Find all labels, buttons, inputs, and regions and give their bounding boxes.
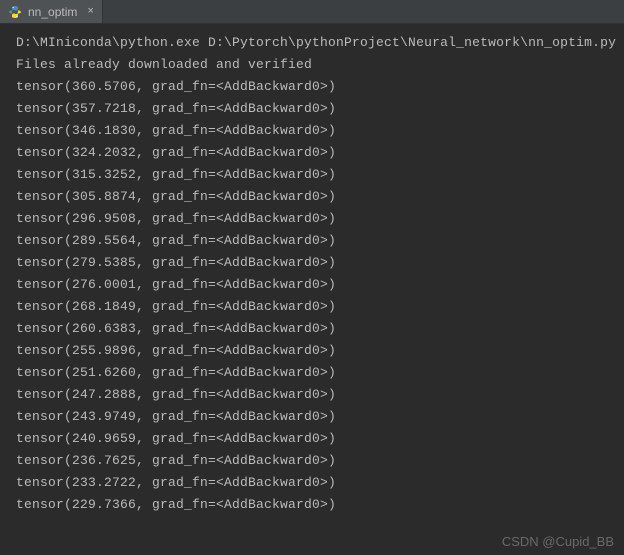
tensor-line: tensor(240.9659, grad_fn=<AddBackward0>): [16, 428, 616, 450]
tensor-line: tensor(251.6260, grad_fn=<AddBackward0>): [16, 362, 616, 384]
python-icon: [8, 5, 22, 19]
tensor-line: tensor(296.9508, grad_fn=<AddBackward0>): [16, 208, 616, 230]
tensor-line: tensor(268.1849, grad_fn=<AddBackward0>): [16, 296, 616, 318]
watermark: CSDN @Cupid_BB: [502, 534, 614, 549]
download-message: Files already downloaded and verified: [16, 54, 616, 76]
tensor-line: tensor(315.3252, grad_fn=<AddBackward0>): [16, 164, 616, 186]
tab-nn-optim[interactable]: nn_optim ×: [0, 0, 103, 23]
tensor-line: tensor(255.9896, grad_fn=<AddBackward0>): [16, 340, 616, 362]
tensor-line: tensor(260.6383, grad_fn=<AddBackward0>): [16, 318, 616, 340]
tensor-line: tensor(305.8874, grad_fn=<AddBackward0>): [16, 186, 616, 208]
tensor-line: tensor(324.2032, grad_fn=<AddBackward0>): [16, 142, 616, 164]
tensor-line: tensor(346.1830, grad_fn=<AddBackward0>): [16, 120, 616, 142]
tensor-line: tensor(236.7625, grad_fn=<AddBackward0>): [16, 450, 616, 472]
tensor-line: tensor(289.5564, grad_fn=<AddBackward0>): [16, 230, 616, 252]
tab-label: nn_optim: [28, 5, 77, 19]
tensor-line: tensor(247.2888, grad_fn=<AddBackward0>): [16, 384, 616, 406]
tensor-line: tensor(243.9749, grad_fn=<AddBackward0>): [16, 406, 616, 428]
command-line: D:\MIniconda\python.exe D:\Pytorch\pytho…: [16, 32, 616, 54]
close-icon[interactable]: ×: [87, 6, 94, 18]
tensor-line: tensor(233.2722, grad_fn=<AddBackward0>): [16, 472, 616, 494]
tensor-line: tensor(357.7218, grad_fn=<AddBackward0>): [16, 98, 616, 120]
tab-bar: nn_optim ×: [0, 0, 624, 24]
tensor-line: tensor(276.0001, grad_fn=<AddBackward0>): [16, 274, 616, 296]
tensor-line: tensor(360.5706, grad_fn=<AddBackward0>): [16, 76, 616, 98]
tensor-line: tensor(229.7366, grad_fn=<AddBackward0>): [16, 494, 616, 516]
console-output: D:\MIniconda\python.exe D:\Pytorch\pytho…: [0, 24, 624, 555]
tensor-line: tensor(279.5385, grad_fn=<AddBackward0>): [16, 252, 616, 274]
